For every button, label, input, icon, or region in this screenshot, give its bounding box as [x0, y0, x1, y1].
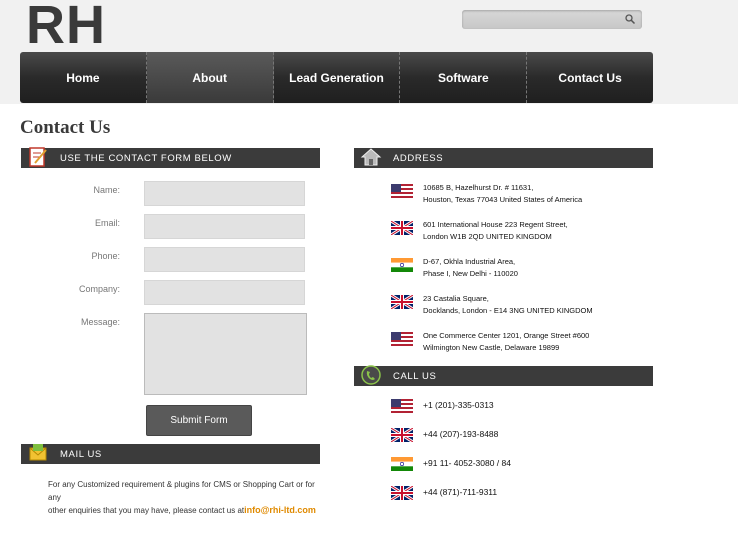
call-us-title: CALL US [393, 371, 437, 382]
site-logo[interactable]: RH [26, 0, 106, 56]
mail-us-title: MAIL US [60, 449, 102, 460]
us-flag [391, 184, 413, 198]
name-label: Name: [93, 185, 120, 195]
mail-us-text: For any Customized requirement & plugins… [48, 478, 328, 517]
name-field[interactable] [144, 181, 305, 206]
page-title: Contact Us [20, 117, 111, 138]
phone-number-1: +1 (201)-335-0313 [423, 400, 494, 410]
phone-icon [361, 365, 381, 385]
search-icon[interactable] [624, 13, 636, 25]
address-4-line-1: 23 Castalia Square, [423, 294, 489, 303]
message-field[interactable] [144, 313, 307, 395]
main-nav: Home About Lead Generation Software Cont… [20, 52, 653, 103]
address-5: One Commerce Center 1201, Orange Street … [423, 330, 589, 354]
address-5-line-2: Wilmington New Castle, Delaware 19899 [423, 343, 560, 352]
address-1: 10685 B, Hazelhurst Dr. # 11631, Houston,… [423, 182, 582, 206]
address-4: 23 Castalia Square, Docklands, London - E… [423, 293, 593, 317]
mail-us-header: MAIL US [21, 444, 320, 464]
uk-flag [391, 486, 413, 500]
email-link[interactable]: info@rhi-ltd.com [244, 505, 316, 515]
nav-software[interactable]: Software [400, 52, 528, 103]
message-label: Message: [80, 317, 120, 327]
address-3: D-67, Okhla Industrial Area, Phase I, New… [423, 256, 518, 280]
submit-form-button[interactable]: Submit Form [146, 405, 252, 436]
mail-text-line-1: For any Customized requirement & plugins… [48, 480, 315, 502]
address-2-line-1: 601 International House 223 Regent Stree… [423, 220, 568, 229]
us-flag [391, 332, 413, 346]
phone-field[interactable] [144, 247, 305, 272]
address-3-line-1: D-67, Okhla Industrial Area, [423, 257, 516, 266]
address-2-line-2: London W1B 2QD UNITED KINGDOM [423, 232, 552, 241]
uk-flag [391, 221, 413, 235]
address-title: ADDRESS [393, 153, 444, 164]
phone-number-3: +91 11- 4052-3080 / 84 [423, 458, 511, 468]
notepad-icon [29, 147, 47, 167]
email-field[interactable] [144, 214, 305, 239]
phone-number-2: +44 (207)-193-8488 [423, 429, 499, 439]
us-flag [391, 399, 413, 413]
address-2: 601 International House 223 Regent Stree… [423, 219, 568, 243]
india-flag [391, 258, 413, 272]
contact-form-title: USE THE CONTACT FORM BELOW [60, 153, 232, 164]
mail-text-line-2: other enquiries that you may have, pleas… [48, 506, 245, 515]
address-4-line-2: Docklands, London - E14 3NG UNITED KINGD… [423, 306, 593, 315]
contact-form-header: USE THE CONTACT FORM BELOW [21, 147, 320, 168]
address-1-line-1: 10685 B, Hazelhurst Dr. # 11631, [423, 183, 534, 192]
uk-flag [391, 428, 413, 442]
nav-contact-us[interactable]: Contact Us [527, 52, 653, 103]
nav-lead-generation[interactable]: Lead Generation [274, 52, 401, 103]
nav-about[interactable]: About [146, 52, 274, 103]
house-icon [360, 148, 382, 166]
phone-label: Phone: [91, 251, 120, 261]
address-1-line-2: Houston, Texas 77043 United States of Am… [423, 195, 583, 204]
phone-number-4: +44 (871)-711-9311 [423, 487, 498, 497]
search-box[interactable] [462, 10, 642, 29]
company-field[interactable] [144, 280, 305, 305]
call-us-header: CALL US [354, 365, 653, 386]
address-header: ADDRESS [354, 148, 653, 168]
search-input[interactable] [468, 12, 622, 28]
address-5-line-1: One Commerce Center 1201, Orange Street … [423, 331, 590, 340]
company-label: Company: [78, 284, 120, 294]
email-label: Email: [94, 218, 120, 228]
nav-home[interactable]: Home [20, 52, 147, 103]
envelope-icon [29, 444, 47, 461]
address-3-line-2: Phase I, New Delhi - 110020 [423, 269, 518, 278]
uk-flag [391, 295, 413, 309]
india-flag [391, 457, 413, 471]
